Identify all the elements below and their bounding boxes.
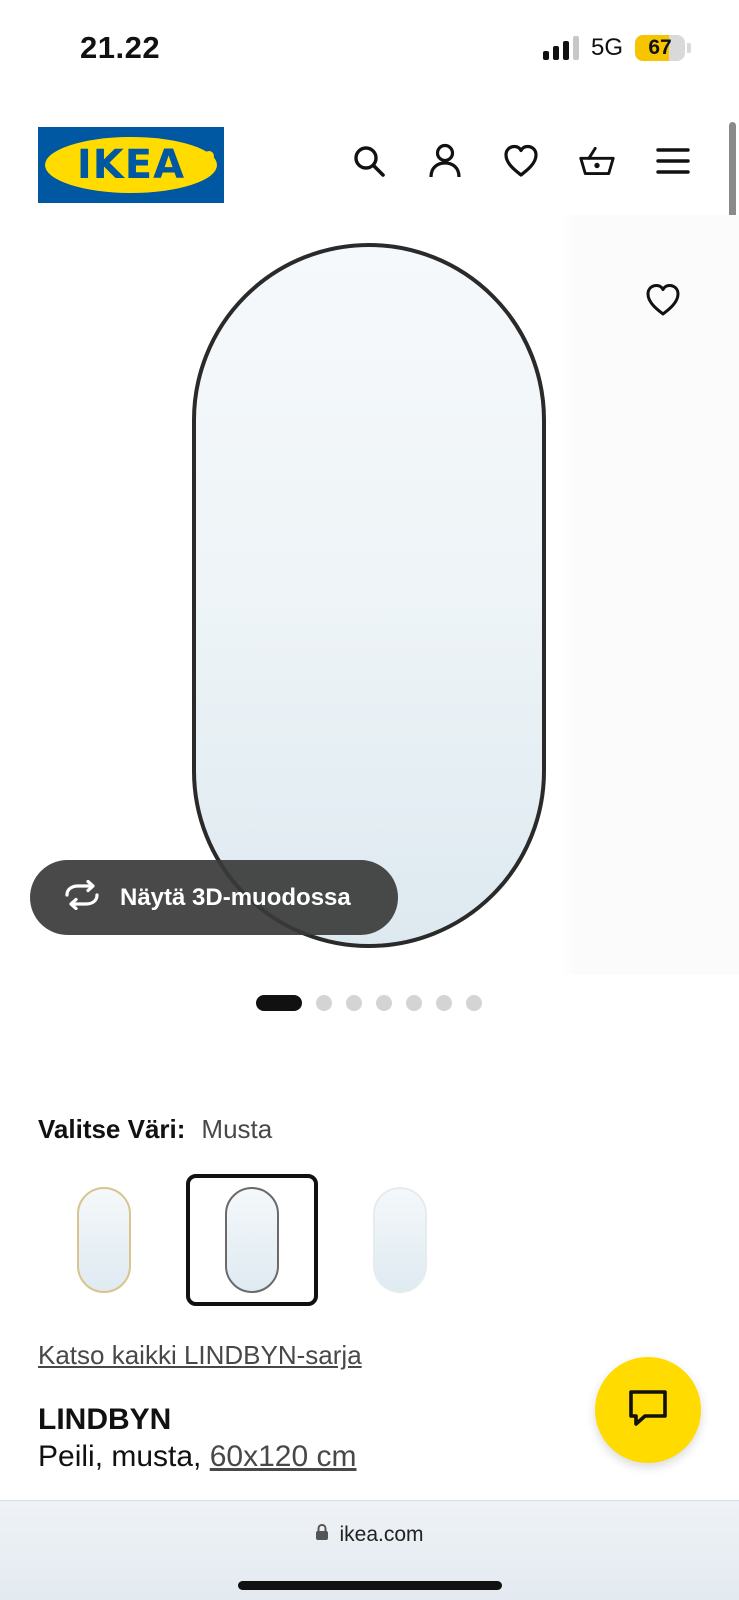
menu-icon[interactable]	[655, 143, 691, 179]
color-swatch-gold[interactable]	[38, 1174, 170, 1306]
chat-button[interactable]	[595, 1357, 701, 1463]
gallery-dot[interactable]	[346, 995, 362, 1011]
gallery-dot[interactable]	[406, 995, 422, 1011]
color-selector-heading: Valitse Väri: Musta	[38, 1114, 272, 1145]
gallery-dot[interactable]	[316, 995, 332, 1011]
status-indicators: 5G 67	[542, 34, 691, 62]
product-image-gallery[interactable]: Näytä 3D-muodossa	[0, 215, 739, 975]
status-time: 21.22	[80, 30, 161, 65]
product-description: Peili, musta, 60x120 cm	[38, 1440, 356, 1474]
product-name: LINDBYN	[38, 1403, 172, 1436]
add-to-favourites-icon[interactable]	[643, 280, 683, 320]
chat-icon	[627, 1388, 669, 1433]
battery-icon: 67	[635, 35, 685, 61]
heart-icon[interactable]	[503, 143, 539, 179]
swatch-mirror-thumbnail	[225, 1187, 279, 1293]
product-image-mirror	[192, 243, 546, 948]
swatch-mirror-thumbnail	[373, 1187, 427, 1293]
network-label: 5G	[590, 34, 623, 61]
color-swatch-black[interactable]	[186, 1174, 318, 1306]
home-indicator[interactable]	[238, 1581, 502, 1590]
series-link[interactable]: Katso kaikki LINDBYN-sarja	[38, 1340, 362, 1371]
search-icon[interactable]	[351, 143, 387, 179]
signal-icon	[542, 36, 579, 60]
registered-mark-icon	[204, 151, 214, 161]
ikea-logo[interactable]: IKEA	[38, 127, 224, 203]
gallery-dot[interactable]	[376, 995, 392, 1011]
site-header: IKEA	[0, 110, 739, 210]
basket-icon[interactable]	[579, 143, 615, 179]
url-display[interactable]: ikea.com	[0, 1523, 739, 1547]
gallery-dot[interactable]	[436, 995, 452, 1011]
color-swatches	[38, 1174, 466, 1306]
user-icon[interactable]	[427, 143, 463, 179]
gallery-dot[interactable]	[256, 995, 302, 1011]
status-bar: 21.22 5G 67	[0, 0, 739, 100]
color-swatch-white[interactable]	[334, 1174, 466, 1306]
logo-oval: IKEA	[45, 137, 217, 193]
battery-percent: 67	[648, 36, 672, 59]
lock-icon	[315, 1523, 329, 1547]
gallery-dot[interactable]	[466, 995, 482, 1011]
product-description-text: Peili, musta,	[38, 1440, 210, 1473]
url-text: ikea.com	[339, 1523, 424, 1546]
gallery-pagination	[256, 995, 482, 1011]
browser-address-bar[interactable]: ikea.com	[0, 1500, 739, 1600]
view-3d-label: Näytä 3D-muodossa	[120, 883, 351, 911]
view-3d-button[interactable]: Näytä 3D-muodossa	[30, 860, 398, 935]
color-label: Valitse Väri:	[38, 1114, 186, 1144]
rotate-3d-icon	[62, 879, 102, 915]
logo-text: IKEA	[76, 142, 186, 188]
swatch-mirror-thumbnail	[77, 1187, 131, 1293]
battery-tip	[687, 43, 691, 53]
product-size-link[interactable]: 60x120 cm	[210, 1440, 357, 1473]
header-actions	[351, 143, 691, 179]
color-value: Musta	[201, 1114, 273, 1144]
